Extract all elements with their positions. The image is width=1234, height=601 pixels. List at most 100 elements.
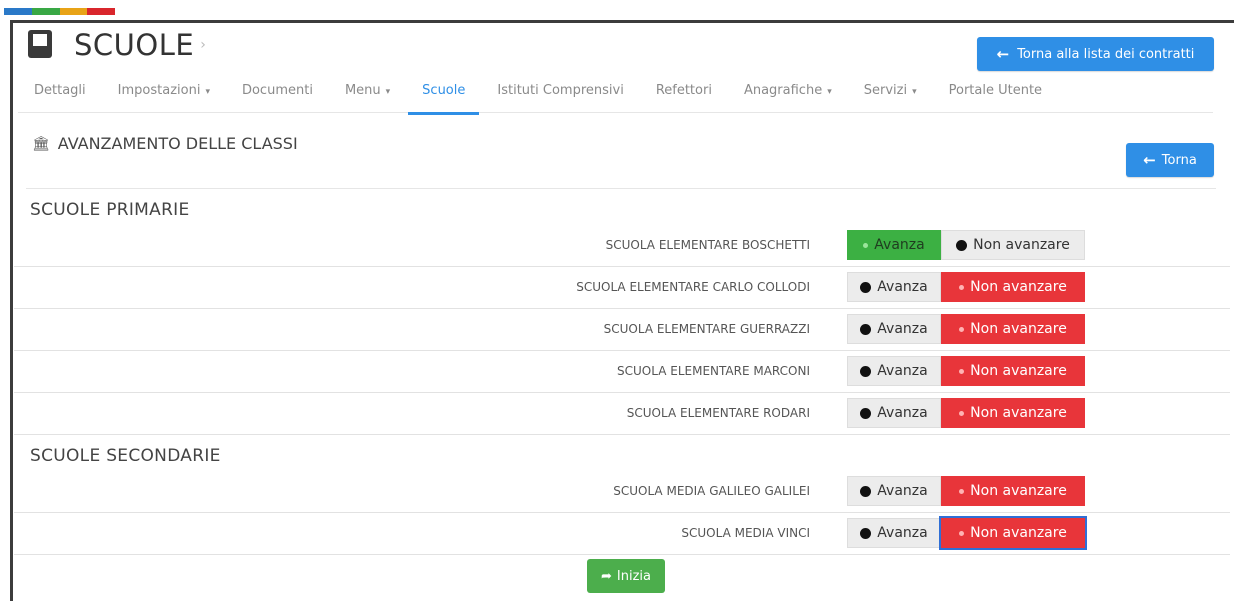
non-avanzare-label: Non avanzare (973, 237, 1070, 253)
book-icon (28, 30, 54, 60)
school-row: SCUOLA MEDIA VINCI Avanza Non avanzare (14, 512, 1230, 555)
advance-toggle: Avanza Non avanzare (847, 398, 1085, 428)
avanza-label: Avanza (877, 321, 928, 337)
avanza-button[interactable]: Avanza (847, 314, 941, 344)
title-caret-icon: › (200, 37, 206, 53)
non-avanzare-button[interactable]: Non avanzare (941, 356, 1085, 386)
non-avanzare-label: Non avanzare (970, 321, 1067, 337)
school-name: SCUOLA ELEMENTARE MARCONI (617, 364, 810, 378)
tab-dettagli[interactable]: Dettagli (18, 74, 102, 112)
radio-dot-icon (956, 239, 968, 251)
non-avanzare-label: Non avanzare (970, 483, 1067, 499)
back-button[interactable]: ← Torna (1126, 143, 1214, 177)
school-name: SCUOLA ELEMENTARE RODARI (626, 406, 810, 420)
non-avanzare-button[interactable]: Non avanzare (941, 518, 1085, 548)
school-name: SCUOLA ELEMENTARE BOSCHETTI (605, 238, 810, 252)
avanza-button[interactable]: Avanza (847, 518, 941, 548)
radio-dot-icon (860, 323, 872, 335)
share-icon: ➦ (601, 568, 612, 584)
avanza-button[interactable]: Avanza (847, 356, 941, 386)
arrow-left-icon: ← (996, 45, 1010, 63)
advance-toggle: Avanza Non avanzare (847, 314, 1085, 344)
avanza-button[interactable]: Avanza (847, 476, 941, 506)
tab-refettori[interactable]: Refettori (640, 74, 728, 112)
tab-menu[interactable]: Menu ▾ (329, 74, 406, 112)
divider (26, 188, 1216, 189)
advance-toggle: Avanza Non avanzare (847, 230, 1085, 260)
advance-toggle: Avanza Non avanzare (847, 356, 1085, 386)
school-row: SCUOLA ELEMENTARE BOSCHETTI Avanza Non ava… (14, 224, 1230, 267)
radio-dot-icon (860, 527, 872, 539)
caret-down-icon: ▾ (205, 87, 210, 97)
avanza-label: Avanza (877, 363, 928, 379)
tab-istituti-comprensivi[interactable]: Istituti Comprensivi (481, 74, 639, 112)
start-button[interactable]: ➦ Inizia (587, 559, 665, 593)
advance-toggle: Avanza Non avanzare (847, 518, 1085, 548)
school-name: SCUOLA ELEMENTARE GUERRAZZI (603, 322, 810, 336)
avanza-label: Avanza (877, 405, 928, 421)
school-name: SCUOLA MEDIA GALILEO GALILEI (613, 484, 810, 498)
arrow-left-icon: ← (1143, 151, 1156, 169)
non-avanzare-button[interactable]: Non avanzare (941, 398, 1085, 428)
section-title: AVANZAMENTO DELLE CLASSI (57, 134, 298, 153)
group-title-secondarie: SCUOLE SECONDARIE (30, 446, 221, 466)
tab-scuole[interactable]: Scuole (406, 74, 481, 115)
school-name: SCUOLA ELEMENTARE CARLO COLLODI (576, 280, 810, 294)
radio-dot-icon (959, 488, 965, 494)
caret-down-icon: ▾ (385, 87, 391, 97)
non-avanzare-label: Non avanzare (970, 279, 1067, 295)
back-to-contracts-button[interactable]: ← Torna alla lista dei contratti (977, 37, 1214, 71)
page-title: SCUOLE (74, 28, 195, 62)
radio-dot-icon (959, 326, 965, 332)
colorbar-blue (4, 8, 32, 15)
section-header: 🏛 AVANZAMENTO DELLE CLASSI (32, 134, 298, 153)
non-avanzare-label: Non avanzare (970, 363, 1067, 379)
school-row: SCUOLA ELEMENTARE GUERRAZZI Avanza Non ava… (14, 308, 1230, 351)
tab-impostazioni[interactable]: Impostazioni ▾ (102, 74, 226, 112)
radio-dot-icon (860, 281, 872, 293)
radio-dot-icon (959, 368, 965, 374)
avanza-label: Avanza (877, 279, 928, 295)
avanza-label: Avanza (877, 483, 928, 499)
colorbar-green (31, 8, 60, 15)
caret-down-icon: ▾ (827, 87, 832, 97)
tab-bar: Dettagli Impostazioni ▾ Documenti Menu ▾ S… (18, 74, 1213, 115)
avanza-label: Avanza (877, 525, 928, 541)
avanza-button[interactable]: Avanza (847, 398, 941, 428)
non-avanzare-button[interactable]: Non avanzare (941, 476, 1085, 506)
advance-toggle: Avanza Non avanzare (847, 272, 1085, 302)
radio-dot-icon (959, 410, 965, 416)
non-avanzare-label: Non avanzare (970, 525, 1067, 541)
start-button-label: Inizia (616, 568, 651, 584)
radio-dot-icon (860, 407, 872, 419)
tab-portale-utente[interactable]: Portale Utente (933, 74, 1058, 112)
radio-dot-icon (959, 284, 965, 290)
brand-colorbar (4, 8, 115, 15)
tab-servizi[interactable]: Servizi ▾ (848, 74, 933, 112)
radio-dot-icon (959, 530, 965, 536)
radio-dot-icon (860, 485, 872, 497)
radio-dot-icon (863, 242, 869, 248)
school-row: SCUOLA ELEMENTARE MARCONI Avanza Non avanz… (14, 350, 1230, 393)
bank-icon: 🏛 (32, 135, 50, 152)
advance-toggle: Avanza Non avanzare (847, 476, 1085, 506)
non-avanzare-label: Non avanzare (970, 405, 1067, 421)
caret-down-icon: ▾ (912, 87, 917, 97)
radio-dot-icon (860, 365, 872, 377)
tab-documenti[interactable]: Documenti (226, 74, 329, 112)
group-title-primarie: SCUOLE PRIMARIE (30, 200, 190, 220)
school-name: SCUOLA MEDIA VINCI (681, 526, 810, 540)
tab-anagrafiche[interactable]: Anagrafiche ▾ (728, 74, 848, 112)
school-row: SCUOLA ELEMENTARE RODARI Avanza Non avanza… (14, 392, 1230, 435)
avanza-button[interactable]: Avanza (847, 230, 941, 260)
non-avanzare-button[interactable]: Non avanzare (941, 314, 1085, 344)
back-to-contracts-label: Torna alla lista dei contratti (1017, 46, 1195, 62)
avanza-label: Avanza (874, 237, 925, 253)
non-avanzare-button[interactable]: Non avanzare (941, 230, 1085, 260)
colorbar-red (87, 8, 115, 15)
school-row: SCUOLA MEDIA GALILEO GALILEI Avanza Non av… (14, 470, 1230, 513)
non-avanzare-button[interactable]: Non avanzare (941, 272, 1085, 302)
avanza-button[interactable]: Avanza (847, 272, 941, 302)
school-row: SCUOLA ELEMENTARE CARLO COLLODI Avanza Non… (14, 266, 1230, 309)
back-button-label: Torna (1161, 152, 1197, 168)
